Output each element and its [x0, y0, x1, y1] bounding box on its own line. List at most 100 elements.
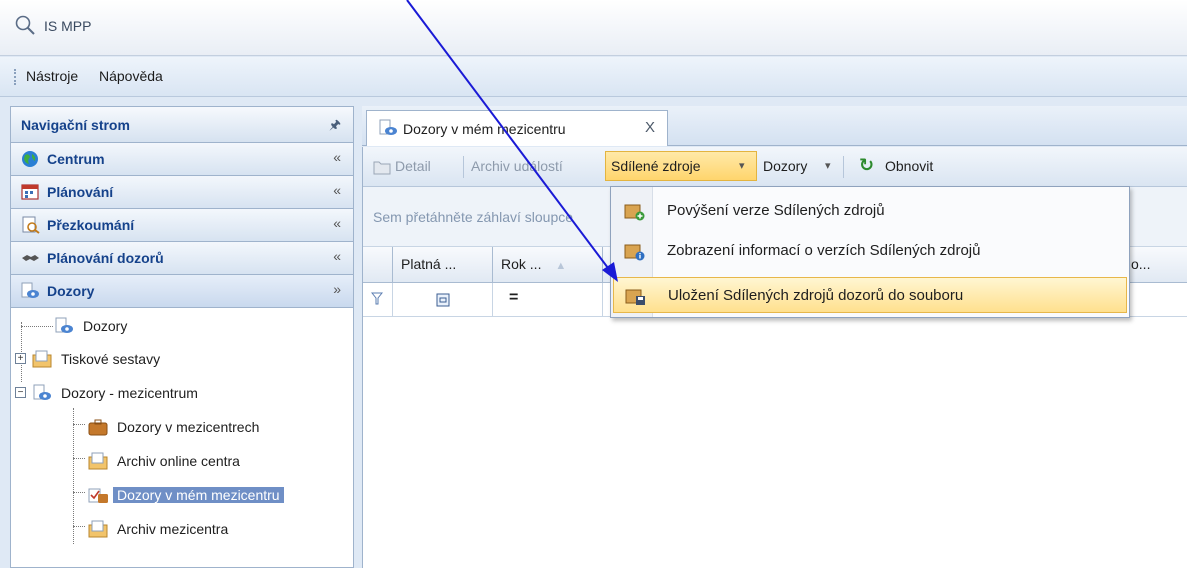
tree-line	[73, 424, 85, 425]
tree-item-label: Dozory	[83, 318, 128, 334]
tree-item-label: Dozory - mezicentrum	[61, 385, 198, 401]
briefcase-icon	[88, 419, 108, 436]
grid-header-indicator	[363, 247, 393, 283]
tree-line	[21, 326, 53, 327]
menu-item-label: Povýšení verze Sdílených zdrojů	[667, 202, 885, 219]
menu-item-povyseni-verze[interactable]: Povýšení verze Sdílených zdrojů	[613, 193, 1127, 229]
tab-strip: Dozory v mém mezicentru X	[362, 106, 1187, 146]
folder-icon	[373, 161, 391, 175]
document-area: Dozory v mém mezicentru X Detail Archiv …	[362, 106, 1187, 568]
archiv-udalosti-button[interactable]: Archiv událostí	[471, 158, 563, 174]
folder-report-icon	[32, 350, 52, 368]
dozory-icon	[33, 384, 51, 400]
tree-item-tiskove-sestavy[interactable]: Tiskové sestavy	[31, 346, 164, 372]
window-titlebar: IS MPP	[0, 0, 1187, 56]
filter-indicator	[363, 283, 393, 317]
tree-item-label: Dozory v mezicentrech	[117, 419, 260, 435]
toolbar-separator	[463, 156, 464, 178]
column-header-rok[interactable]: Rok ... ▲	[493, 247, 603, 283]
chevron-down-icon: ▾	[825, 160, 831, 172]
tree-item-dozory[interactable]: Dozory	[53, 313, 131, 339]
checklist-icon	[88, 488, 108, 503]
tree-item-dozory-mezicentrum[interactable]: Dozory - mezicentrum	[31, 380, 202, 406]
nav-section-centrum[interactable]: Centrum «	[11, 143, 353, 176]
menu-item-ulozeni-do-souboru[interactable]: Uložení Sdílených zdrojů dozorů do soubo…	[613, 277, 1127, 313]
chevron-down-icon: «	[333, 149, 341, 165]
nav-section-prezkoumani[interactable]: Přezkoumání «	[11, 209, 353, 242]
equals-operator-icon: =	[509, 289, 519, 306]
dozory-icon	[21, 282, 39, 298]
obnovit-button[interactable]: Obnovit	[885, 158, 933, 174]
box-add-icon	[624, 204, 645, 221]
column-header-other[interactable]: o...	[1123, 247, 1187, 283]
menu-item-zobrazeni-informaci[interactable]: Zobrazení informací o verzích Sdílených …	[613, 233, 1127, 269]
nav-section-label: Plánování	[47, 184, 114, 200]
tree-item-dozory-v-mem-mezicentru[interactable]: Dozory v mém mezicentru	[87, 482, 284, 508]
column-header-platna[interactable]: Platná ...	[393, 247, 493, 283]
filter-icon	[371, 292, 383, 305]
tab-dozory-v-mem-mezicentru[interactable]: Dozory v mém mezicentru X	[366, 110, 668, 146]
nav-section-dozory[interactable]: Dozory »	[11, 275, 353, 308]
filter-cell-rok[interactable]: =	[493, 283, 603, 317]
review-icon	[22, 216, 40, 234]
group-by-hint: Sem přetáhněte záhlaví sloupce	[373, 209, 574, 225]
nav-section-label: Centrum	[47, 151, 105, 167]
chevron-up-icon: »	[333, 281, 341, 297]
nav-section-planovani[interactable]: Plánování «	[11, 176, 353, 209]
chevron-down-icon: ▾	[739, 160, 745, 172]
menu-item-label: Uložení Sdílených zdrojů dozorů do soubo…	[668, 287, 964, 304]
tree-line	[21, 322, 22, 382]
navigation-panel-header: Navigační strom 🖈	[11, 107, 353, 143]
expand-icon[interactable]: +	[15, 353, 26, 364]
tab-label: Dozory v mém mezicentru	[403, 121, 566, 137]
navigation-panel: Navigační strom 🖈 Centrum « Plánování « …	[10, 106, 354, 568]
checkbox-indeterminate-icon	[436, 293, 450, 307]
tree-item-label: Archiv online centra	[117, 453, 240, 469]
tree-line	[73, 408, 74, 544]
chevron-down-icon: «	[333, 248, 341, 264]
menu-bar: Nástroje Nápověda	[0, 57, 1187, 97]
collapse-icon[interactable]: −	[15, 387, 26, 398]
sdilene-zdroje-menu: Povýšení verze Sdílených zdrojů Zobrazen…	[610, 186, 1130, 318]
box-info-icon	[624, 244, 645, 261]
nav-section-planovani-dozoru[interactable]: Plánování dozorů «	[11, 242, 353, 275]
folder-report-icon	[88, 452, 108, 470]
app-title: IS MPP	[44, 18, 92, 34]
tree-line	[73, 526, 85, 527]
dozory-icon	[379, 119, 397, 135]
sdilene-zdroje-button[interactable]: Sdílené zdroje	[611, 158, 701, 174]
pin-icon[interactable]: 🖈	[329, 116, 341, 138]
menu-nastroje[interactable]: Nástroje	[26, 68, 78, 84]
column-header-label: Rok ...	[501, 256, 542, 272]
navigation-tree: Dozory + Tiskové sestavy − Dozory - mezi…	[11, 308, 353, 568]
tree-item-archiv-online-centra[interactable]: Archiv online centra	[87, 448, 244, 474]
menu-grip-icon	[14, 69, 17, 85]
detail-button[interactable]: Detail	[395, 158, 431, 174]
tree-item-archiv-mezicentra[interactable]: Archiv mezicentra	[87, 516, 232, 542]
nav-section-label: Dozory	[47, 283, 95, 299]
tree-item-label: Dozory v mém mezicentru	[113, 487, 284, 503]
chevron-down-icon: «	[333, 182, 341, 198]
tree-line	[73, 458, 85, 459]
search-icon	[15, 15, 35, 35]
nav-section-label: Přezkoumání	[47, 217, 135, 233]
menu-item-label: Zobrazení informací o verzích Sdílených …	[667, 242, 981, 259]
dozory-dropdown-button[interactable]: Dozory	[763, 158, 807, 174]
folder-report-icon	[88, 520, 108, 538]
toolbar-separator	[843, 156, 844, 178]
refresh-icon: ↻	[859, 155, 875, 175]
filter-cell-platna[interactable]	[393, 283, 493, 317]
calendar-icon	[21, 184, 39, 200]
dozory-icon	[55, 317, 73, 333]
tree-line	[73, 492, 85, 493]
handshake-icon	[22, 255, 39, 261]
close-icon[interactable]: X	[645, 119, 655, 136]
menu-napoveda[interactable]: Nápověda	[99, 68, 163, 84]
globe-icon	[22, 151, 38, 167]
nav-section-label: Plánování dozorů	[47, 250, 164, 266]
chevron-down-icon: «	[333, 215, 341, 231]
box-save-icon	[625, 289, 645, 305]
tree-item-dozory-v-mezicentrech[interactable]: Dozory v mezicentrech	[87, 414, 263, 440]
tree-item-label: Tiskové sestavy	[61, 351, 161, 367]
tree-item-label: Archiv mezicentra	[117, 521, 229, 537]
